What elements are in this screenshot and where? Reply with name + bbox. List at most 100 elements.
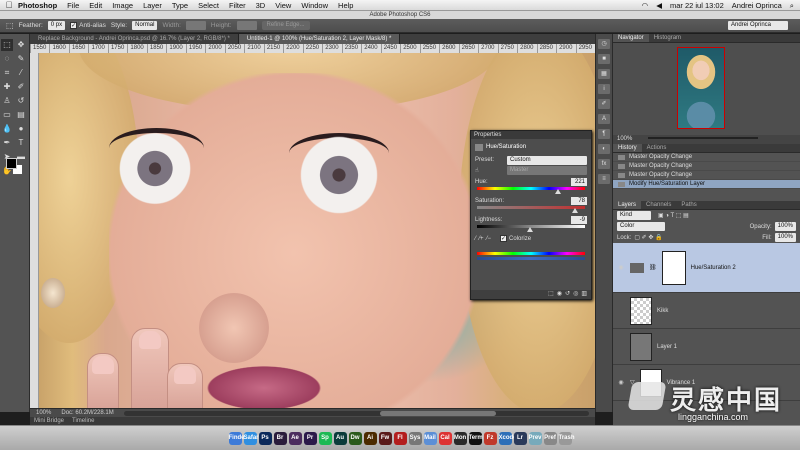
navigator-thumbnail[interactable] — [677, 47, 725, 129]
gradient-icon[interactable]: ▤ — [15, 109, 27, 121]
saturation-slider[interactable] — [477, 206, 585, 213]
chain-icon[interactable]: ⛓ — [649, 264, 657, 271]
history-item-selected[interactable]: Modify Hue/Saturation Layer — [613, 180, 800, 189]
clone-stamp-icon[interactable]: ♙ — [1, 95, 13, 107]
eyedropper-icon[interactable]: ⁄ — [475, 236, 476, 242]
color-panel-icon[interactable]: ■ — [598, 54, 610, 64]
layer-filter-kind[interactable]: Kind — [617, 211, 651, 220]
tab-paths[interactable]: Paths — [676, 201, 701, 209]
app-menu[interactable]: Photoshop — [18, 1, 57, 10]
menu-edit[interactable]: Edit — [89, 1, 102, 10]
brush-tool-icon[interactable]: ✐ — [15, 81, 27, 93]
eraser-icon[interactable]: ▭ — [1, 109, 13, 121]
wifi-icon[interactable]: ◠ — [642, 1, 649, 10]
hue-slider-knob[interactable] — [554, 189, 561, 194]
layer-row[interactable]: Layer 1 — [613, 329, 800, 365]
info-panel-icon[interactable]: i — [598, 84, 610, 94]
style-select[interactable]: Normal — [132, 21, 158, 30]
dock-icon-lr[interactable]: Lr — [513, 431, 527, 445]
lightness-slider-knob[interactable] — [526, 227, 533, 232]
volume-icon[interactable]: ◀ — [656, 1, 662, 10]
character-panel-icon[interactable]: A — [598, 114, 610, 124]
dock-icon-mon[interactable]: Mon — [453, 431, 467, 445]
hue-input[interactable]: 221 — [571, 178, 587, 186]
pen-tool-icon[interactable]: ✒ — [1, 137, 13, 149]
move-tool-icon[interactable]: ✥ — [15, 39, 27, 51]
tab-mini-bridge[interactable]: Mini Bridge — [34, 417, 64, 425]
dock-icon-trash[interactable]: Trash — [558, 431, 575, 445]
layer-mask-thumbnail[interactable] — [661, 250, 686, 285]
properties-panel-icon[interactable]: ≡ — [598, 174, 610, 184]
doc-tab-replace-background[interactable]: Replace Background - Andrei Oprinca.psd … — [30, 34, 239, 44]
dock-icon-ps[interactable]: Ps — [258, 431, 272, 445]
hue-slider[interactable] — [477, 187, 585, 194]
menu-filter[interactable]: Filter — [229, 1, 246, 10]
foreground-color-swatch[interactable] — [6, 158, 17, 169]
history-panel-icon[interactable]: ◷ — [598, 39, 610, 49]
fill-input[interactable]: 100% — [774, 233, 796, 242]
tab-navigator[interactable]: Navigator — [613, 34, 649, 42]
healing-brush-icon[interactable]: ✚ — [1, 81, 13, 93]
menu-window[interactable]: Window — [301, 1, 328, 10]
doc-tab-untitled[interactable]: Untitled-1 @ 100% (Hue/Saturation 2, Lay… — [238, 34, 401, 44]
navigator-zoom-value[interactable]: 100% — [617, 136, 632, 142]
adjustments-panel-icon[interactable]: ◐ — [598, 144, 610, 154]
antialias-checkbox[interactable]: ✓ Anti-alias — [70, 21, 106, 29]
styles-panel-icon[interactable]: fx — [598, 159, 610, 169]
paragraph-panel-icon[interactable]: ¶ — [598, 129, 610, 139]
dock-icon-sp[interactable]: Sp — [318, 431, 332, 445]
dock-icon-pref[interactable]: Pref — [543, 431, 557, 445]
crop-tool-icon[interactable]: ⌗ — [1, 67, 13, 79]
lasso-tool-icon[interactable]: ◌ — [1, 53, 13, 65]
user-name[interactable]: Andrei Oprinca — [732, 1, 782, 10]
marquee-tool-icon[interactable]: ⬚ — [6, 21, 14, 30]
width-input[interactable] — [185, 21, 206, 30]
tab-history[interactable]: History — [613, 144, 642, 152]
view-previous-icon[interactable]: ◉ — [557, 290, 562, 299]
spotlight-icon[interactable]: ⌕ — [790, 1, 794, 11]
dock-icon-prev[interactable]: Prev — [528, 431, 542, 445]
filter-icons[interactable]: ▣ ◑ T ⬚ ▤ — [658, 212, 689, 219]
dock-icon-finder[interactable]: Finder — [228, 431, 247, 445]
dodge-icon[interactable]: ● — [15, 123, 27, 135]
brush-panel-icon[interactable]: ✐ — [598, 99, 610, 109]
eyedropper-plus-icon[interactable]: ⁄+ — [479, 236, 484, 242]
history-item[interactable]: Master Opacity Change — [613, 153, 800, 162]
menu-file[interactable]: File — [67, 1, 79, 10]
dock-icon-term[interactable]: Term — [468, 431, 483, 445]
apple-icon[interactable]:  — [0, 0, 18, 10]
visibility-eye-icon[interactable]: ◉ — [617, 379, 625, 386]
layer-row[interactable]: Kikk — [613, 293, 800, 329]
preset-select[interactable]: Custom — [507, 155, 587, 165]
lightness-input[interactable]: -9 — [571, 216, 587, 224]
dock-icon-fz[interactable]: Fz — [483, 431, 497, 445]
zoom-level[interactable]: 100% — [36, 410, 51, 416]
dock-icon-fw[interactable]: Fw — [378, 431, 392, 445]
eyedropper-minus-icon[interactable]: ⁄− — [487, 236, 492, 242]
swatches-panel-icon[interactable]: ▦ — [598, 69, 610, 79]
feather-input[interactable]: 0 px — [47, 21, 66, 30]
height-input[interactable] — [236, 21, 257, 30]
menu-layer[interactable]: Layer — [143, 1, 162, 10]
dock-icon-br[interactable]: Br — [273, 431, 287, 445]
dock-icon-dw[interactable]: Dw — [348, 431, 362, 445]
channel-select[interactable]: Master — [507, 165, 587, 175]
history-item[interactable]: Master Opacity Change — [613, 171, 800, 180]
visibility-icon[interactable]: ◎ — [573, 290, 578, 299]
type-tool-icon[interactable]: T — [15, 137, 27, 149]
refine-edge-button[interactable]: Refine Edge... — [261, 21, 310, 30]
lock-icons[interactable]: ▢ ✐ ✥ 🔒 — [634, 234, 662, 241]
delete-icon[interactable]: ▥ — [581, 290, 587, 299]
dock-icon-mail[interactable]: Mail — [423, 431, 437, 445]
dock-icon-au[interactable]: Au — [333, 431, 347, 445]
eyedropper-icon[interactable]: ⁄ — [15, 67, 27, 79]
dock-icon-ai[interactable]: Ai — [363, 431, 377, 445]
horizontal-scrollbar[interactable] — [123, 410, 589, 416]
dock-icon-sys[interactable]: Sys — [408, 431, 422, 445]
opacity-input[interactable]: 100% — [774, 222, 796, 231]
lightness-slider[interactable] — [477, 225, 585, 232]
workspace-select[interactable]: Andrei Oprinca — [728, 21, 788, 30]
history-item[interactable]: Master Opacity Change — [613, 162, 800, 171]
dock-icon-ae[interactable]: Ae — [288, 431, 302, 445]
tab-histogram[interactable]: Histogram — [649, 34, 686, 42]
